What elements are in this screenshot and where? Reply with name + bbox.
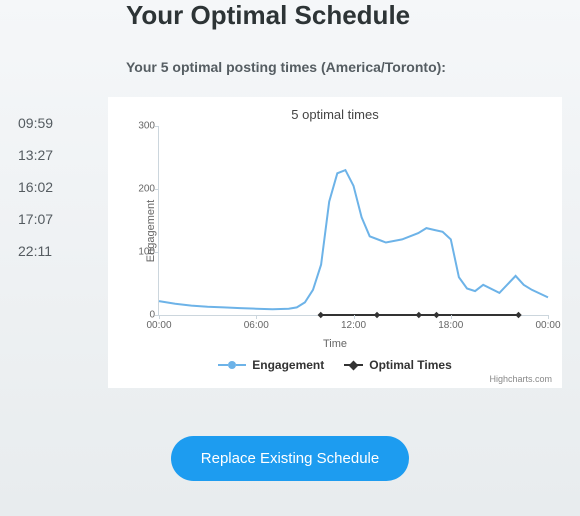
x-axis-label: Time [114,338,556,350]
diamond-icon [349,360,359,370]
time-item: 09:59 [18,115,80,131]
x-tick: 06:00 [244,320,269,331]
y-tick: 200 [129,184,155,195]
optimal-point [416,312,422,318]
page-title: Your Optimal Schedule [126,0,562,31]
subheading: Your 5 optimal posting times (America/To… [126,59,562,75]
circle-icon [228,361,236,369]
y-tick: 300 [129,121,155,132]
x-tick: 00:00 [146,320,171,331]
replace-schedule-button[interactable]: Replace Existing Schedule [171,436,409,481]
x-tick: 00:00 [535,320,560,331]
optimal-times-list: 09:59 13:27 16:02 17:07 22:11 [18,97,80,259]
legend-engagement: Engagement [218,358,324,372]
plot-area: 010020030000:0006:0012:0018:0000:00 [158,126,548,316]
optimal-point [515,312,521,318]
y-tick: 0 [129,310,155,321]
optimal-point [433,312,439,318]
legend-engagement-label: Engagement [252,358,324,372]
x-tick: 18:00 [438,320,463,331]
x-tick: 12:00 [341,320,366,331]
y-tick: 100 [129,247,155,258]
time-item: 16:02 [18,179,80,195]
chart-svg [159,126,548,315]
engagement-line [159,170,548,309]
chart-card: 5 optimal times Engagement 010020030000:… [108,97,562,388]
chart-title: 5 optimal times [114,107,556,122]
legend-optimal-label: Optimal Times [369,358,451,372]
chart-credit: Highcharts.com [114,374,556,384]
time-item: 13:27 [18,147,80,163]
legend-optimal: Optimal Times [344,358,451,372]
time-item: 22:11 [18,243,80,259]
optimal-point [374,312,380,318]
optimal-point [318,312,324,318]
legend: Engagement Optimal Times [114,358,556,372]
time-item: 17:07 [18,211,80,227]
